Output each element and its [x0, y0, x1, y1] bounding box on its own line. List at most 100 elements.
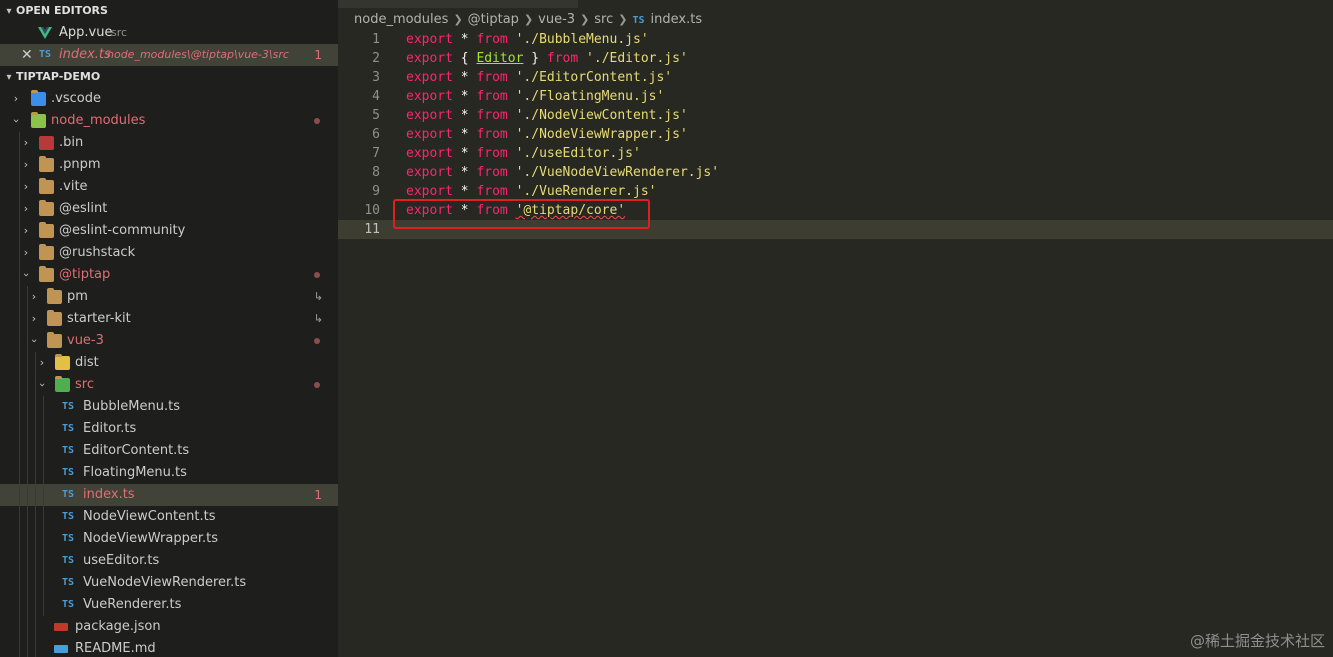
tree-item-editorcontent[interactable]: TS EditorContent.ts	[0, 440, 338, 462]
indent-guide	[27, 616, 28, 638]
indent-guide	[19, 572, 20, 594]
code-text: export * from './BubbleMenu.js'	[406, 32, 649, 47]
code-text: export { Editor } from './Editor.js'	[406, 51, 688, 66]
code-line[interactable]: 3 export * from './EditorContent.js'	[338, 68, 1333, 87]
tree-item-vscode[interactable]: › .vscode	[0, 88, 338, 110]
indent-guide	[19, 506, 20, 528]
typescript-file-icon: TS	[632, 15, 645, 26]
tree-item-nodeviewwrapper[interactable]: TS NodeViewWrapper.ts	[0, 528, 338, 550]
tree-item-useeditor[interactable]: TS useEditor.ts	[0, 550, 338, 572]
tree-item-floatingmenu[interactable]: TS FloatingMenu.ts	[0, 462, 338, 484]
tree-item-node-modules[interactable]: › node_modules	[0, 110, 338, 132]
close-icon[interactable]: ✕	[21, 44, 33, 66]
workspace-header[interactable]: ▾ TIPTAP-DEMO	[0, 66, 338, 88]
code-line[interactable]: 4 export * from './FloatingMenu.js'	[338, 87, 1333, 106]
code-line[interactable]: 7 export * from './useEditor.js'	[338, 144, 1333, 163]
tree-item-nodeviewcontent[interactable]: TS NodeViewContent.ts	[0, 506, 338, 528]
tree-item-index[interactable]: TS index.ts 1	[0, 484, 338, 506]
tree-item-dist[interactable]: › dist	[0, 352, 338, 374]
folder-icon	[39, 222, 54, 238]
indent-guide	[35, 638, 36, 657]
indent-guide	[35, 462, 36, 484]
breadcrumb-item[interactable]: src	[594, 12, 613, 27]
tree-item-tiptap[interactable]: › @tiptap	[0, 264, 338, 286]
breadcrumb-item[interactable]: vue-3	[538, 12, 575, 27]
symlink-icon: ↳	[313, 290, 323, 303]
indent-guide	[27, 396, 28, 418]
line-number: 4	[372, 89, 380, 104]
indent-guide	[43, 396, 44, 418]
indent-guide	[19, 462, 20, 484]
code-line[interactable]: 2 export { Editor } from './Editor.js'	[338, 49, 1333, 68]
code-line[interactable]: 5 export * from './NodeViewContent.js'	[338, 106, 1333, 125]
tree-item-vue-3[interactable]: › vue-3	[0, 330, 338, 352]
problem-count-badge: 1	[314, 488, 322, 502]
indent-guide	[19, 308, 20, 330]
indent-guide	[43, 440, 44, 462]
editor-pane[interactable]: node_modules ❯ @tiptap ❯ vue-3 ❯ src ❯ TS index.t…	[338, 0, 1333, 657]
typescript-file-icon: TS	[39, 49, 52, 60]
chevron-right-icon: ›	[13, 92, 19, 105]
indent-guide	[35, 528, 36, 550]
code-text: export * from './FloatingMenu.js'	[406, 89, 665, 104]
chevron-right-icon: ›	[23, 224, 29, 237]
indent-guide	[27, 418, 28, 440]
tree-item-bin[interactable]: › .bin	[0, 132, 338, 154]
indent-guide	[19, 440, 20, 462]
line-number: 5	[372, 108, 380, 123]
indent-guide	[35, 550, 36, 572]
tree-item-vuerenderer[interactable]: TS VueRenderer.ts	[0, 594, 338, 616]
indent-guide	[27, 374, 28, 396]
tree-item-editor[interactable]: TS Editor.ts	[0, 418, 338, 440]
tree-item-package-json[interactable]: package.json	[0, 616, 338, 638]
open-editor-app-vue[interactable]: App.vue src	[0, 22, 338, 44]
tree-item-vuenodeviewrenderer[interactable]: TS VueNodeViewRenderer.ts	[0, 572, 338, 594]
chevron-right-icon: ›	[31, 312, 37, 325]
folder-icon	[47, 288, 62, 304]
indent-guide	[19, 286, 20, 308]
chevron-right-icon: ❯	[580, 13, 590, 26]
line-number: 1	[372, 32, 380, 47]
editor-tab[interactable]	[338, 0, 578, 8]
chevron-right-icon: ›	[39, 356, 45, 369]
open-editor-index-ts[interactable]: ✕ TS index.ts node_modules\@tiptap\vue-3…	[0, 44, 338, 66]
indent-guide	[27, 462, 28, 484]
indent-guide	[35, 506, 36, 528]
indent-guide	[19, 418, 20, 440]
indent-guide	[27, 572, 28, 594]
tree-item-eslint[interactable]: › @eslint	[0, 198, 338, 220]
tree-item-pnpm[interactable]: › .pnpm	[0, 154, 338, 176]
indent-guide	[19, 484, 20, 506]
code-line[interactable]: 6 export * from './NodeViewWrapper.js'	[338, 125, 1333, 144]
modified-dot	[314, 118, 320, 124]
breadcrumb-item[interactable]: index.ts	[651, 12, 703, 27]
typescript-file-icon: TS	[62, 489, 75, 500]
indent-guide	[43, 594, 44, 616]
tree-item-readme[interactable]: README.md	[0, 638, 338, 657]
line-number: 2	[372, 51, 380, 66]
tree-item-bubblemenu[interactable]: TS BubbleMenu.ts	[0, 396, 338, 418]
tree-item-rushstack[interactable]: › @rushstack	[0, 242, 338, 264]
folder-icon	[39, 156, 54, 172]
tree-item-eslint-community[interactable]: › @eslint-community	[0, 220, 338, 242]
tree-item-pm[interactable]: › pm ↳	[0, 286, 338, 308]
indent-guide	[19, 330, 20, 352]
indent-guide	[43, 418, 44, 440]
open-editors-header[interactable]: ▾ OPEN EDITORS	[0, 0, 338, 22]
breadcrumb-item[interactable]: @tiptap	[468, 12, 519, 27]
code-line[interactable]: 1 export * from './BubbleMenu.js'	[338, 30, 1333, 49]
folder-icon	[47, 310, 62, 326]
tree-item-src[interactable]: › src	[0, 374, 338, 396]
open-editor-path: node_modules\@tiptap\vue-3\src	[107, 48, 289, 61]
breadcrumb-item[interactable]: node_modules	[354, 12, 448, 27]
code-text: export * from './useEditor.js'	[406, 146, 641, 161]
typescript-file-icon: TS	[62, 423, 75, 434]
indent-guide	[19, 528, 20, 550]
tree-item-vite[interactable]: › .vite	[0, 176, 338, 198]
tree-item-starter-kit[interactable]: › starter-kit ↳	[0, 308, 338, 330]
indent-guide	[35, 572, 36, 594]
code-line[interactable]: 8 export * from './VueNodeViewRenderer.js…	[338, 163, 1333, 182]
chevron-right-icon: ❯	[523, 13, 534, 26]
line-number: 10	[364, 203, 380, 218]
typescript-file-icon: TS	[62, 467, 75, 478]
